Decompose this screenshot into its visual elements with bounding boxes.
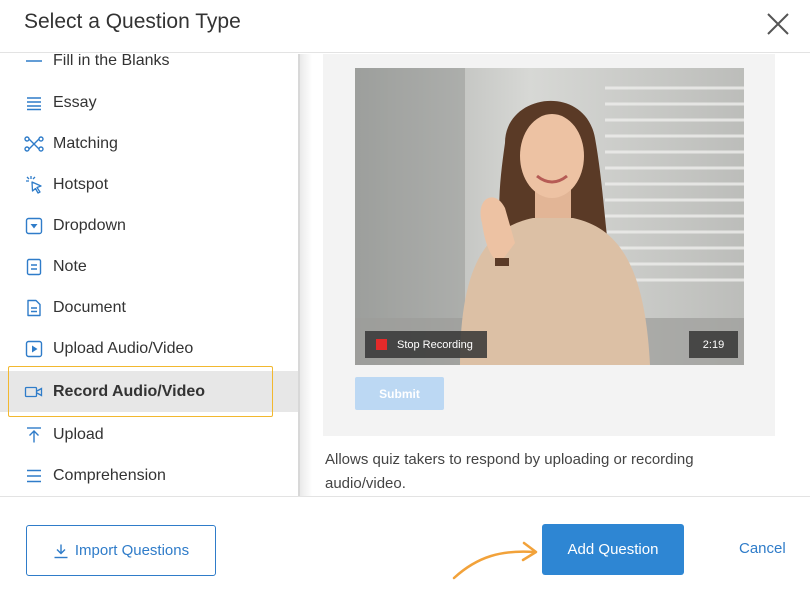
recording-person-image	[355, 68, 744, 365]
note-icon	[24, 257, 44, 277]
matching-icon	[24, 134, 44, 154]
annotation-arrow-icon	[452, 541, 538, 580]
sidebar-scrollbar[interactable]	[298, 54, 300, 496]
download-icon	[53, 543, 69, 559]
question-type-fill-in-the-blanks[interactable]: Fill in the Blanks	[0, 54, 298, 82]
record-stop-icon	[376, 339, 387, 350]
hotspot-cursor-icon	[24, 175, 44, 195]
question-type-comprehension[interactable]: Comprehension	[0, 455, 298, 496]
import-questions-button[interactable]: Import Questions	[26, 525, 216, 576]
footer-divider	[0, 496, 810, 497]
question-type-label: Dropdown	[53, 216, 126, 234]
upload-arrow-icon	[24, 425, 44, 445]
question-type-dropdown[interactable]: Dropdown	[0, 205, 298, 246]
cancel-link[interactable]: Cancel	[739, 540, 786, 557]
recording-timer: 2:19	[689, 331, 738, 358]
question-type-label: Note	[53, 257, 87, 275]
video-camera-icon	[24, 382, 44, 402]
question-type-label: Fill in the Blanks	[53, 54, 170, 69]
question-type-note[interactable]: Note	[0, 246, 298, 287]
question-type-label: Record Audio/Video	[53, 382, 206, 400]
lines-icon	[24, 93, 44, 113]
question-type-label: Essay	[53, 93, 97, 111]
play-box-icon	[24, 339, 44, 359]
question-type-record-audio-video[interactable]: Record Audio/Video	[0, 366, 298, 417]
question-type-matching[interactable]: Matching	[0, 123, 298, 164]
question-type-list: Fill in the Blanks Essay Matching Hotspo…	[0, 54, 300, 496]
dash-icon	[24, 54, 44, 72]
question-type-label: Document	[53, 298, 126, 316]
modal-header: Select a Question Type	[0, 0, 810, 53]
question-type-label: Matching	[53, 134, 118, 152]
comprehension-lines-icon	[24, 466, 44, 486]
import-questions-label: Import Questions	[74, 542, 190, 559]
question-type-upload-audio-video[interactable]: Upload Audio/Video	[0, 328, 298, 369]
stop-recording-label: Stop Recording	[397, 338, 473, 351]
question-type-label: Hotspot	[53, 175, 109, 193]
sidebar-scroll-shadow	[298, 54, 312, 496]
stop-recording-button[interactable]: Stop Recording	[365, 331, 487, 358]
question-type-hotspot[interactable]: Hotspot	[0, 164, 298, 205]
question-type-label: Comprehension	[53, 466, 166, 484]
question-type-label: Upload	[53, 425, 104, 443]
video-preview: Stop Recording 2:19	[355, 68, 744, 365]
question-type-essay[interactable]: Essay	[0, 82, 298, 123]
question-type-document[interactable]: Document	[0, 287, 298, 328]
modal-title: Select a Question Type	[24, 10, 241, 33]
close-icon[interactable]	[764, 10, 792, 38]
add-question-button[interactable]: Add Question	[542, 524, 684, 575]
dropdown-icon	[24, 216, 44, 236]
document-icon	[24, 298, 44, 318]
question-type-upload[interactable]: Upload	[0, 414, 298, 455]
submit-button[interactable]: Submit	[355, 377, 444, 410]
question-type-description: Allows quiz takers to respond by uploadi…	[325, 451, 694, 492]
question-type-label: Upload Audio/Video	[53, 339, 194, 357]
